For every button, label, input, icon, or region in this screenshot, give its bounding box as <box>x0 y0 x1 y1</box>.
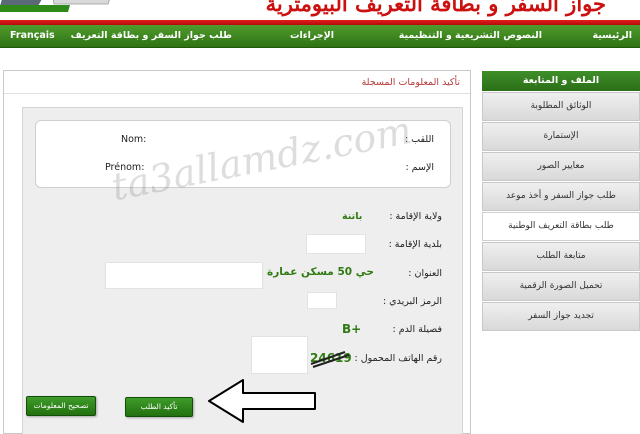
site-title: جواز السفر و بطاقة التعريف البيومترية <box>265 0 606 16</box>
sidebar-item-form[interactable]: الإستمارة <box>482 122 640 151</box>
sidebar-item-photo-standards[interactable]: معايير الصور <box>482 152 640 181</box>
confirmation-panel: Nom: اللقب : Prénom: الإسم : ولاية الإقا… <box>22 107 463 434</box>
sidebar-item-passport-appointment[interactable]: طلب جواز السفر و أخذ موعد <box>482 182 640 211</box>
prenom-label: Prénom: <box>105 162 145 173</box>
nom-label: Nom: <box>121 134 147 145</box>
sidebar-item-track-request[interactable]: متابعة الطلب <box>482 242 640 271</box>
title-divider <box>4 93 470 94</box>
phone-label: رقم الهاتف المحمول : <box>354 353 442 364</box>
main-panel: تأكيد المعلومات المسجلة Nom: اللقب : Pré… <box>3 70 471 434</box>
nav-request[interactable]: طلب جواز السفر و بطاقة التعريف <box>71 30 232 41</box>
wilaya-value: باتنة <box>342 211 363 222</box>
address-label: العنوان : <box>408 268 442 279</box>
sidebar-item-renew-passport[interactable]: تجديد جواز السفر <box>482 302 640 331</box>
baladia-label: بلدية الإقامة : <box>388 239 442 250</box>
sidebar-item-upload-photo[interactable]: تحميل الصورة الرقمية <box>482 272 640 301</box>
sidebar: الملف و المتابعة الوثائق المطلوبة الإستم… <box>482 71 640 331</box>
passport-card-image <box>0 0 120 20</box>
address-value: حي 50 مسكن عمارة <box>267 266 374 278</box>
phone-redacted <box>251 336 308 374</box>
nav-francais[interactable]: Français <box>10 30 55 41</box>
blood-label: فصيلة الدم : <box>392 324 442 335</box>
nav-procedures[interactable]: الإجراءات <box>290 30 334 41</box>
sidebar-item-national-id[interactable]: طلب بطاقة التعريف الوطنية <box>482 212 640 241</box>
address-redacted <box>105 262 263 289</box>
wilaya-label: ولاية الإقامة : <box>389 211 442 222</box>
confirm-request-button[interactable]: تأكيد الطلب <box>125 397 193 417</box>
baladia-value-redacted <box>306 234 366 254</box>
ism-label: الإسم : <box>405 162 434 173</box>
correct-info-button[interactable]: تصحيح المعلومات <box>26 396 96 416</box>
postal-redacted <box>307 292 337 309</box>
blood-value: B+ <box>342 322 362 336</box>
header-banner: جواز السفر و بطاقة التعريف البيومترية <box>0 0 640 25</box>
sidebar-heading: الملف و المتابعة <box>482 71 640 91</box>
main-nav: الرئيسية النصوص التشريعية و التنظيمية ال… <box>0 25 640 48</box>
arrow-icon <box>208 379 316 423</box>
page-title: تأكيد المعلومات المسجلة <box>361 77 460 88</box>
nav-legislation[interactable]: النصوص التشريعية و التنظيمية <box>399 30 542 41</box>
postal-label: الرمز البريدي : <box>382 296 442 307</box>
laqab-label: اللقب : <box>404 134 434 145</box>
strike-scribble <box>310 351 350 368</box>
name-box: Nom: اللقب : Prénom: الإسم : <box>35 120 451 188</box>
nav-home[interactable]: الرئيسية <box>593 30 632 41</box>
sidebar-item-documents[interactable]: الوثائق المطلوبة <box>482 92 640 121</box>
